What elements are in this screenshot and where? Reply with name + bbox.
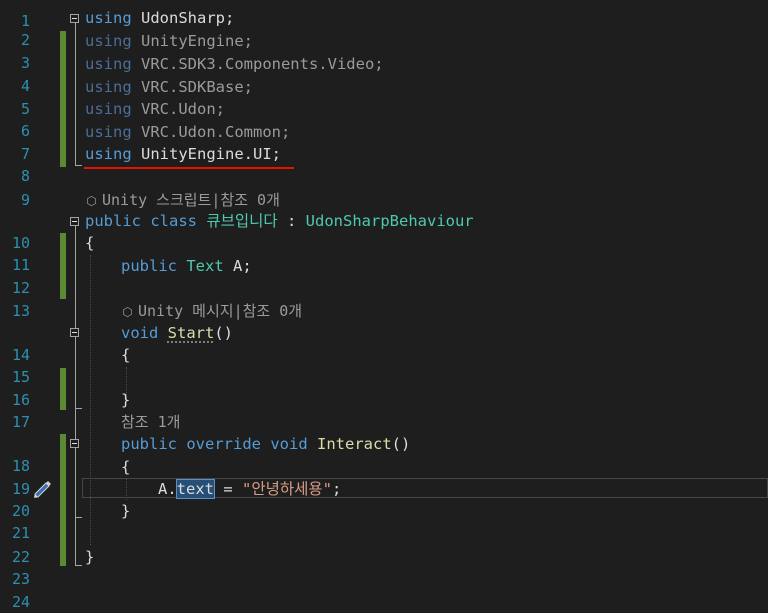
code-line-21[interactable]: 21 } <box>0 500 768 542</box>
class-name: 큐브입니다 <box>206 212 278 230</box>
keyword: using <box>85 32 132 50</box>
namespace: UnityEngine; <box>131 32 253 50</box>
code-line-2[interactable]: 2 using UdonSharp; <box>0 7 768 49</box>
namespace: UnityEngine.UI; <box>131 145 281 163</box>
keyword: using <box>85 145 132 163</box>
namespace: VRC.Udon; <box>131 100 225 118</box>
outline-end <box>75 165 82 166</box>
semicolon: ; <box>331 480 342 498</box>
type-name: Text <box>186 257 224 275</box>
brace: } <box>121 502 131 520</box>
codelens-start[interactable]: ⬡ Unity 메시지|참조 0개 <box>0 300 768 322</box>
code-line-9[interactable]: 9 <box>0 167 768 209</box>
code-line-18[interactable]: 18 public override void Interact() <box>0 433 768 475</box>
unity-cube-icon: ⬡ <box>86 194 97 208</box>
code-line-16[interactable]: 16 <box>0 367 768 409</box>
namespace: VRC.SDK3.Components.Video; <box>131 55 384 73</box>
codelens-text: 참조 1개 <box>121 413 181 431</box>
method-name: Start <box>167 324 215 342</box>
unity-cube-icon: ⬡ <box>122 305 133 319</box>
code-line-17[interactable]: 17 } <box>0 389 768 431</box>
namespace: VRC.SDKBase; <box>131 78 253 96</box>
code-line-4[interactable]: 4 using VRC.SDK3.Components.Video; <box>0 53 768 95</box>
code-line-20[interactable]: 20 A.text = "안녕하세용"; <box>0 478 768 520</box>
code-line-12[interactable]: 12 public Text A; <box>0 255 768 297</box>
code-line-8[interactable]: 8 using UnityEngine.UI; <box>0 143 768 185</box>
keyword: using <box>85 78 132 96</box>
code-line-22[interactable]: 22 <box>0 524 768 566</box>
keyword: public <box>121 257 177 275</box>
namespace: VRC.Udon.Common; <box>131 123 291 141</box>
keyword: using <box>85 123 132 141</box>
method-name: Interact <box>317 435 392 453</box>
keyword: public <box>121 435 177 453</box>
code-line-15[interactable]: 15 { <box>0 344 768 386</box>
code-line-11[interactable]: 11 { <box>0 232 768 274</box>
code-line-23[interactable]: 23 } <box>0 546 768 588</box>
brace: } <box>85 548 95 566</box>
keyword: void <box>270 435 308 453</box>
code-line-10[interactable]: 10 public class 큐브입니다 : UdonSharpBehavio… <box>0 210 768 252</box>
code-line-24[interactable]: 24 <box>0 569 768 611</box>
code-line-14[interactable]: 14 void Start() <box>0 322 768 364</box>
code-line-7[interactable]: 7 using VRC.Udon.Common; <box>0 121 768 163</box>
keyword: public <box>85 212 141 230</box>
object-name: A. <box>158 480 177 498</box>
brace: } <box>121 391 131 409</box>
namespace: UdonSharp; <box>131 9 235 27</box>
assign-operator: = <box>214 480 242 498</box>
base-class: UdonSharpBehaviour <box>305 212 474 230</box>
string-literal: "안녕하세용" <box>242 480 332 498</box>
field-name: A; <box>233 257 252 275</box>
brace: { <box>121 458 131 476</box>
brace: { <box>121 346 131 364</box>
code-line-6[interactable]: 6 using VRC.Udon; <box>0 98 768 140</box>
selected-member[interactable]: text <box>175 479 216 499</box>
codelens-interact[interactable]: 참조 1개 <box>0 411 768 433</box>
code-line-13[interactable]: 13 <box>0 278 768 320</box>
brace: { <box>85 234 95 252</box>
parens: () <box>391 435 411 453</box>
keyword: using <box>85 100 132 118</box>
parens: () <box>214 324 234 342</box>
line-number: 24 <box>11 593 30 611</box>
code-line-5[interactable]: 5 using VRC.SDKBase; <box>0 76 768 118</box>
codelens-text: Unity 스크립트|참조 0개 <box>102 191 280 209</box>
colon: : <box>277 212 306 230</box>
keyword: using <box>85 9 132 27</box>
keyword: class <box>150 212 198 230</box>
codelens-class[interactable]: ⬡ Unity 스크립트|참조 0개 <box>0 189 768 211</box>
keyword: void <box>121 324 159 342</box>
code-line-19[interactable]: 19 { <box>0 456 768 498</box>
keyword: using <box>85 55 132 73</box>
code-line-3[interactable]: 3 using UnityEngine; <box>0 30 768 72</box>
codelens-text: Unity 메시지|참조 0개 <box>138 302 303 320</box>
keyword: override <box>186 435 261 453</box>
